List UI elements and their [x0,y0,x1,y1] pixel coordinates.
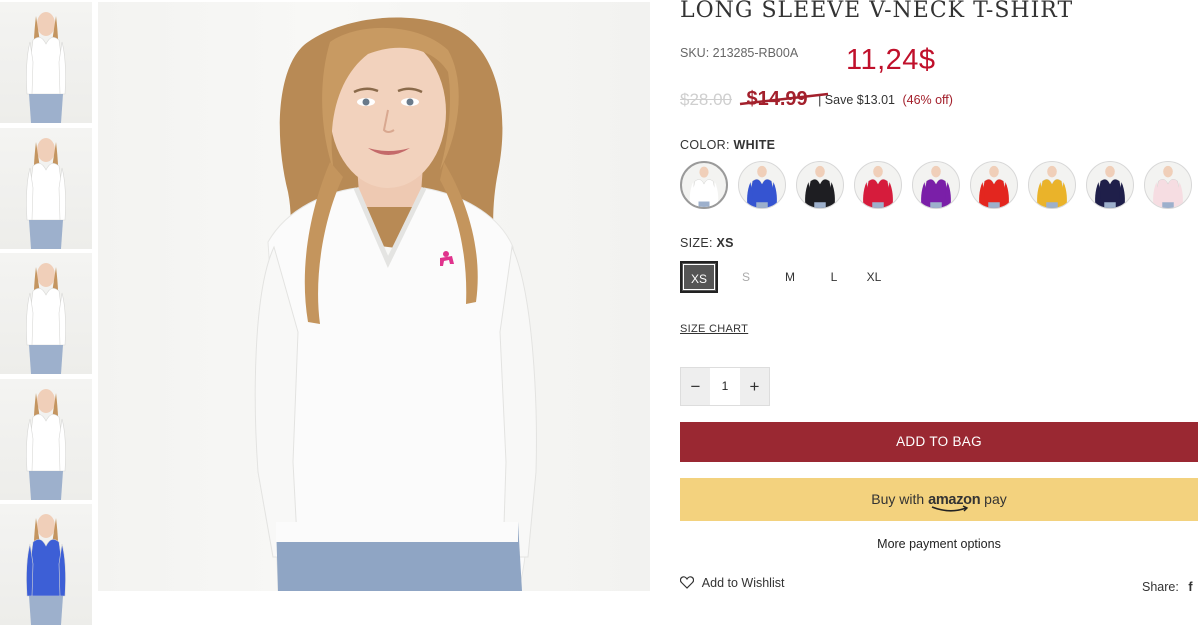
thumbnail-full-body-view[interactable] [0,127,92,249]
annotated-price: 11,24$ [846,44,936,76]
size-option-m[interactable]: M [774,261,806,293]
amazon-pay-prefix: Buy with [871,491,925,507]
share-line: Share: f [1142,580,1193,594]
thumbnail-blue-variant-view[interactable] [0,504,92,625]
sale-price: $14.99 [746,88,808,110]
color-swatch-white[interactable] [680,161,728,209]
thumbnail-back-view[interactable] [0,253,92,374]
thumbnail-collar-detail-view[interactable] [0,378,92,500]
more-payment-options-link[interactable]: More payment options [680,537,1198,551]
thumbnail-photo [26,137,66,249]
color-swatch-yellow[interactable] [1028,161,1076,209]
color-label-line: COLOR: WHITE [680,138,775,152]
share-label: Share: [1142,580,1179,594]
selected-size: XS [716,236,734,250]
add-to-bag-button[interactable]: ADD TO BAG [680,422,1198,462]
thumbnail-photo [26,388,66,500]
color-swatch-orange-red[interactable] [970,161,1018,209]
main-product-image[interactable] [98,2,650,591]
color-swatch-navy[interactable] [1086,161,1134,209]
thumbnail-photo [26,263,66,374]
size-label: SIZE: [680,236,713,250]
size-option-xs[interactable]: XS [680,261,718,293]
price-row: $28.00 $14.99 | Save $13.01 (46% off) [680,88,953,112]
save-percent: (46% off) [902,92,953,107]
color-swatches [680,161,1198,213]
size-label-line: SIZE: XS [680,236,734,250]
quantity-increase-button[interactable]: + [740,368,769,405]
color-swatch-black[interactable] [796,161,844,209]
heart-icon [680,576,694,589]
add-to-wishlist-link[interactable]: Add to Wishlist [680,576,784,590]
thumbnail-front-view[interactable] [0,2,92,123]
product-info-panel: LONG SLEEVE V-NECK T-SHIRT SKU: 213285-R… [680,0,1198,594]
wishlist-label: Add to Wishlist [701,576,785,590]
amazon-smile-icon [931,505,969,512]
color-swatch-light-pink[interactable] [1144,161,1192,209]
sale-price-wrap: $14.99 [740,88,829,111]
color-swatch-purple[interactable] [912,161,960,209]
color-label: COLOR: [680,138,730,152]
sku-line: SKU: 213285-RB00A [680,46,798,60]
sku-label: SKU: [680,46,710,60]
size-option-s[interactable]: S [730,261,762,293]
thumbnail-photo [26,514,66,625]
amazon-pay-suffix: pay [984,491,1007,507]
amazon-pay-button[interactable]: Buy with amazon pay [680,478,1198,521]
save-amount: | Save $13.01 [818,92,895,107]
quantity-stepper: − 1 + [680,367,770,406]
size-option-l[interactable]: L [818,261,850,293]
product-title: LONG SLEEVE V-NECK T-SHIRT [680,0,1074,23]
color-swatch-red[interactable] [854,161,902,209]
size-chart-link[interactable]: SIZE CHART [680,323,748,335]
amazon-logo: amazon [928,492,981,512]
sku-value: 213285-RB00A [712,46,799,60]
size-option-xl[interactable]: XL [858,261,890,293]
quantity-value[interactable]: 1 [710,368,740,405]
thumbnail-gallery [0,2,92,630]
facebook-icon[interactable]: f [1188,580,1192,594]
model-photo [254,17,537,591]
selected-color: WHITE [733,138,776,152]
color-swatch-royal-blue[interactable] [738,161,786,209]
original-price: $28.00 [680,89,732,109]
thumbnail-photo [26,12,66,123]
quantity-decrease-button[interactable]: − [681,368,710,405]
